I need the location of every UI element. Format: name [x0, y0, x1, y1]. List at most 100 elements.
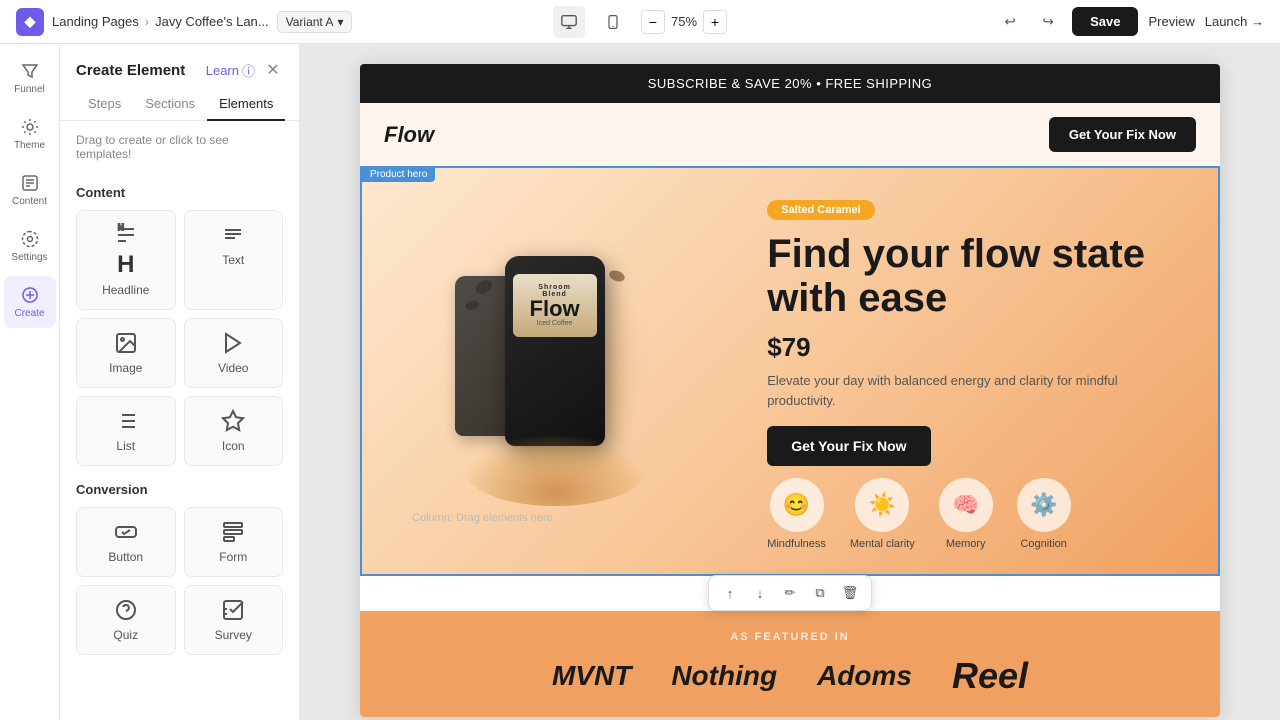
toolbar-move-up[interactable]: ↑: [719, 582, 741, 604]
announce-bar: SUBSCRIBE & SAVE 20% • FREE SHIPPING: [360, 64, 1220, 103]
sidebar-item-funnel[interactable]: Funnel: [4, 52, 56, 104]
panel-header-right: Learn ⓘ ✕: [206, 60, 283, 80]
panel-title: Create Element: [76, 62, 185, 79]
learn-link[interactable]: Learn ⓘ: [206, 61, 255, 80]
brand-adoms: Adoms: [817, 660, 912, 692]
toolbar-edit[interactable]: ✏: [779, 582, 801, 604]
svg-text:H: H: [118, 223, 124, 232]
hero-section[interactable]: Product hero: [360, 166, 1220, 576]
image-label: Image: [109, 361, 142, 375]
toolbar-duplicate[interactable]: ⧉: [809, 582, 831, 604]
icon-sidebar: Funnel Theme Content Settings Create: [0, 44, 60, 720]
features-row: 😊 Mindfulness ☀️ Mental clarity 🧠 Memory: [767, 478, 1186, 550]
panel-tabs: Steps Sections Elements: [60, 88, 299, 121]
undo-button[interactable]: ↩: [996, 8, 1024, 36]
element-image[interactable]: Image: [76, 318, 176, 388]
conversion-elements-grid: Button Form Quiz Survey: [76, 507, 283, 655]
desktop-view-button[interactable]: [553, 6, 585, 38]
element-survey[interactable]: Survey: [184, 585, 284, 655]
element-text[interactable]: Text: [184, 210, 284, 310]
product-image: Shroom Blend Flow Iced Coffee: [445, 241, 665, 501]
save-button[interactable]: Save: [1072, 7, 1138, 36]
element-video[interactable]: Video: [184, 318, 284, 388]
product-hero-label: Product hero: [362, 167, 435, 182]
hero-title: Find your flow state with ease: [767, 232, 1186, 320]
element-button[interactable]: Button: [76, 507, 176, 577]
tab-elements[interactable]: Elements: [207, 88, 285, 121]
hero-cta-button[interactable]: Get Your Fix Now: [767, 426, 930, 466]
panel-subtitle: Drag to create or click to see templates…: [60, 121, 299, 169]
tab-sections[interactable]: Sections: [133, 88, 207, 121]
mindfulness-label: Mindfulness: [767, 538, 826, 550]
toolbar-move-down[interactable]: ↓: [749, 582, 771, 604]
main-layout: Funnel Theme Content Settings Create Cre…: [0, 44, 1280, 720]
zoom-out-button[interactable]: −: [641, 10, 665, 34]
nav-cta-button[interactable]: Get Your Fix Now: [1049, 117, 1196, 152]
page-nav: Flow Get Your Fix Now: [360, 103, 1220, 166]
canvas-wrapper: SUBSCRIBE & SAVE 20% • FREE SHIPPING Flo…: [360, 64, 1220, 717]
headline-label: Headline: [102, 283, 149, 297]
preview-button[interactable]: Preview: [1148, 14, 1194, 29]
topbar-right: ↩ ↪ Save Preview Launch →: [743, 7, 1264, 36]
feature-mindfulness: 😊 Mindfulness: [767, 478, 826, 550]
sidebar-item-theme[interactable]: Theme: [4, 108, 56, 160]
sidebar-funnel-label: Funnel: [14, 84, 45, 95]
topbar: ◆ Landing Pages › Javy Coffee's Lan... V…: [0, 0, 1280, 44]
launch-button[interactable]: Launch →: [1205, 14, 1264, 29]
feature-mental-clarity: ☀️ Mental clarity: [850, 478, 915, 550]
breadcrumb-current: Javy Coffee's Lan...: [155, 14, 269, 29]
mental-clarity-label: Mental clarity: [850, 538, 915, 550]
sidebar-item-content[interactable]: Content: [4, 164, 56, 216]
topbar-left: ◆ Landing Pages › Javy Coffee's Lan... V…: [16, 8, 537, 36]
survey-label: Survey: [215, 628, 252, 642]
hero-badge: Salted Caramel: [767, 200, 874, 220]
element-headline[interactable]: H H Headline: [76, 210, 176, 310]
mobile-view-button[interactable]: [597, 6, 629, 38]
feature-cognition: ⚙️ Cognition: [1017, 478, 1071, 550]
featured-brands: MVNT Nothing Adoms Reel: [390, 655, 1190, 697]
brand-reel: Reel: [952, 655, 1028, 697]
float-toolbar-container: ↑ ↓ ✏ ⧉ 🗑: [360, 576, 1220, 611]
breadcrumb-parent[interactable]: Landing Pages: [52, 14, 139, 29]
conversion-section-label: Conversion: [76, 482, 283, 497]
element-list[interactable]: List: [76, 396, 176, 466]
create-panel: Create Element Learn ⓘ ✕ Steps Sections …: [60, 44, 300, 720]
content-section-label: Content: [76, 185, 283, 200]
float-toolbar: ↑ ↓ ✏ ⧉ 🗑: [708, 575, 872, 611]
quiz-label: Quiz: [113, 628, 138, 642]
breadcrumb: Landing Pages › Javy Coffee's Lan...: [52, 14, 269, 29]
cognition-label: Cognition: [1020, 538, 1066, 550]
memory-label: Memory: [946, 538, 986, 550]
page-frame: SUBSCRIBE & SAVE 20% • FREE SHIPPING Flo…: [360, 64, 1220, 717]
element-form[interactable]: Form: [184, 507, 284, 577]
text-label: Text: [222, 253, 244, 267]
toolbar-delete[interactable]: 🗑: [839, 582, 861, 604]
element-icon[interactable]: Icon: [184, 396, 284, 466]
hero-right: Salted Caramel Find your flow state with…: [747, 168, 1218, 574]
list-label: List: [116, 439, 135, 453]
panel-close-button[interactable]: ✕: [263, 60, 283, 80]
memory-icon: 🧠: [939, 478, 993, 532]
mindfulness-icon: 😊: [770, 478, 824, 532]
page-logo: Flow: [384, 122, 434, 148]
tab-steps[interactable]: Steps: [76, 88, 133, 121]
button-label: Button: [108, 550, 143, 564]
sidebar-item-create[interactable]: Create: [4, 276, 56, 328]
redo-button[interactable]: ↪: [1034, 8, 1062, 36]
featured-label: AS FEATURED IN: [390, 631, 1190, 643]
hero-price: $79: [767, 332, 1186, 363]
element-quiz[interactable]: Quiz: [76, 585, 176, 655]
featured-section: AS FEATURED IN MVNT Nothing Adoms Reel: [360, 611, 1220, 717]
panel-scroll: Content H H Headline Text Image Video: [60, 169, 299, 720]
app-logo[interactable]: ◆: [16, 8, 44, 36]
zoom-level: 75%: [671, 14, 697, 29]
zoom-in-button[interactable]: +: [703, 10, 727, 34]
topbar-center: − 75% +: [553, 6, 727, 38]
hero-left: Shroom Blend Flow Iced Coffee: [362, 168, 747, 574]
hero-description: Elevate your day with balanced energy an…: [767, 371, 1186, 410]
sidebar-theme-label: Theme: [14, 140, 45, 151]
canvas-area: SUBSCRIBE & SAVE 20% • FREE SHIPPING Flo…: [300, 44, 1280, 720]
variant-selector[interactable]: Variant A ▾: [277, 11, 353, 33]
sidebar-item-settings[interactable]: Settings: [4, 220, 56, 272]
form-label: Form: [219, 550, 247, 564]
